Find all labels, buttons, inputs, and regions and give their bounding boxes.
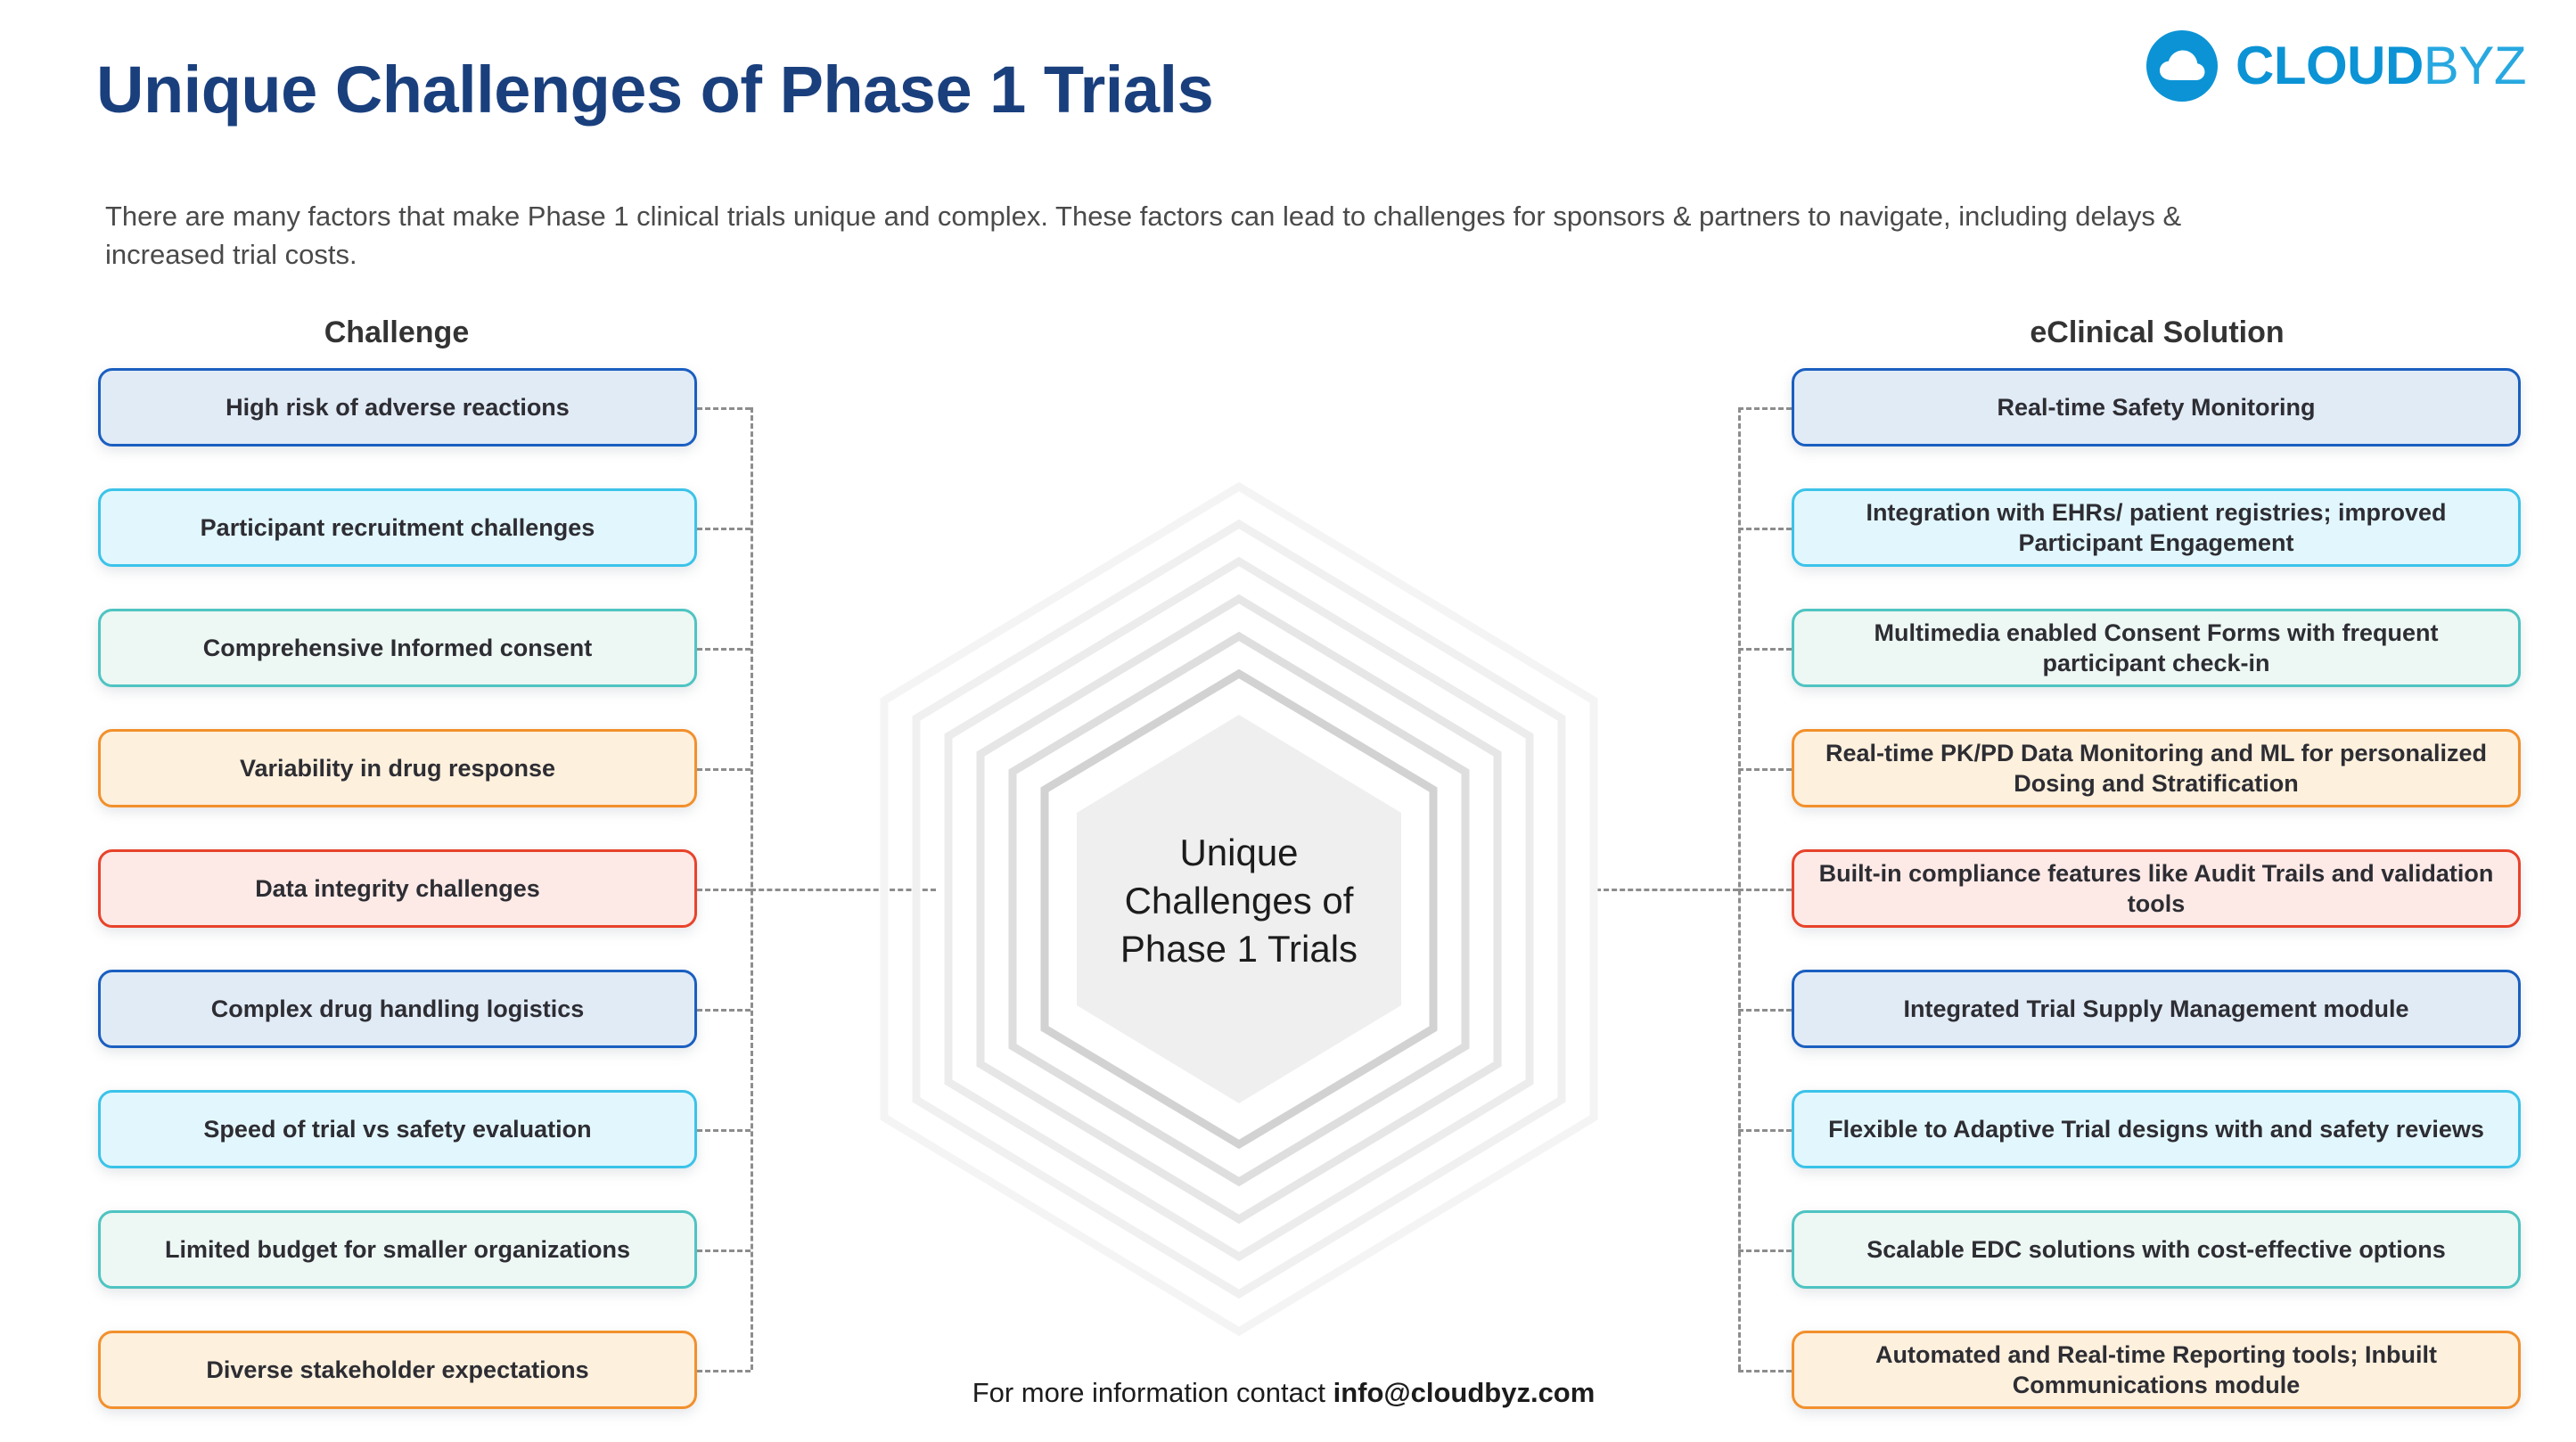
solution-box[interactable]: Integration with EHRs/ patient registrie… — [1792, 488, 2521, 567]
contact-email[interactable]: info@cloudbyz.com — [1333, 1377, 1596, 1408]
challenge-box[interactable]: Speed of trial vs safety evaluation — [98, 1090, 697, 1168]
challenge-connector-stub-4 — [697, 889, 751, 891]
solution-connector-stub-8 — [1738, 1370, 1792, 1372]
solution-box-label: Automated and Real-time Reporting tools;… — [1875, 1340, 2437, 1398]
solution-connector-stub-5 — [1738, 1009, 1792, 1012]
solution-connector-stub-1 — [1738, 528, 1792, 530]
page-subtitle: There are many factors that make Phase 1… — [105, 201, 2182, 270]
footer-contact-prefix: For more information contact — [972, 1377, 1333, 1408]
challenge-box-label: Speed of trial vs safety evaluation — [203, 1115, 592, 1143]
solution-box-label: Scalable EDC solutions with cost-effecti… — [1866, 1235, 2446, 1263]
challenge-box-label: High risk of adverse reactions — [226, 393, 570, 421]
challenge-box-label: Comprehensive Informed consent — [202, 634, 593, 661]
solution-box[interactable]: Multimedia enabled Consent Forms with fr… — [1792, 609, 2521, 687]
center-to-solution-connector — [1596, 889, 1738, 891]
challenge-box-label: Variability in drug response — [239, 754, 556, 782]
cloud-icon — [2145, 30, 2218, 102]
logo-text-byz: BYZ — [2423, 36, 2527, 95]
solution-box[interactable]: Scalable EDC solutions with cost-effecti… — [1792, 1210, 2521, 1289]
solution-box[interactable]: Real-time Safety Monitoring — [1792, 368, 2521, 447]
footer-contact: For more information contact info@cloudb… — [891, 1377, 1676, 1409]
solution-box[interactable]: Built-in compliance features like Audit … — [1792, 849, 2521, 928]
solution-box[interactable]: Automated and Real-time Reporting tools;… — [1792, 1331, 2521, 1409]
solution-box-label: Built-in compliance features like Audit … — [1818, 859, 2494, 917]
center-label-line-1: Unique — [1179, 832, 1299, 873]
solution-box-label: Integrated Trial Supply Management modul… — [1903, 995, 2409, 1022]
challenge-box-label: Data integrity challenges — [255, 874, 540, 902]
challenge-box[interactable]: Comprehensive Informed consent — [98, 609, 697, 687]
solution-connector-stub-0 — [1738, 407, 1792, 410]
solution-box[interactable]: Real-time PK/PD Data Monitoring and ML f… — [1792, 729, 2521, 807]
cloudbyz-logo: CLOUDBYZ — [2145, 30, 2527, 102]
challenge-box-label: Complex drug handling logistics — [210, 995, 585, 1022]
challenge-box-label: Limited budget for smaller organizations — [164, 1235, 631, 1263]
column-header-challenge: Challenge — [324, 315, 470, 349]
challenge-connector-stub-6 — [697, 1129, 751, 1132]
solution-box-label: Multimedia enabled Consent Forms with fr… — [1874, 619, 2439, 676]
challenge-connector-stub-5 — [697, 1009, 751, 1012]
challenge-connector-stub-2 — [697, 648, 751, 651]
infographic-page: Unique Challenges of Phase 1 Trials Ther… — [0, 0, 2576, 1442]
center-hexagon-label: Unique Challenges of Phase 1 Trials — [1070, 829, 1408, 972]
solution-box[interactable]: Flexible to Adaptive Trial designs with … — [1792, 1090, 2521, 1168]
center-label-line-3: Phase 1 Trials — [1120, 927, 1358, 970]
logo-text-cloud: CLOUD — [2235, 36, 2424, 95]
challenge-box-label: Participant recruitment challenges — [200, 513, 595, 541]
challenge-connector-stub-3 — [697, 768, 751, 771]
challenge-box[interactable]: Limited budget for smaller organizations — [98, 1210, 697, 1289]
logo-wordmark: CLOUDBYZ — [2235, 36, 2527, 95]
page-title: Unique Challenges of Phase 1 Trials — [96, 53, 1214, 127]
challenge-connector-spine — [751, 407, 753, 1370]
challenge-box[interactable]: Complex drug handling logistics — [98, 970, 697, 1048]
challenge-box[interactable]: Diverse stakeholder expectations — [98, 1331, 697, 1409]
challenge-connector-stub-0 — [697, 407, 751, 410]
solution-box-label: Real-time PK/PD Data Monitoring and ML f… — [1825, 739, 2488, 797]
challenge-connector-stub-7 — [697, 1249, 751, 1252]
challenge-connector-stub-1 — [697, 528, 751, 530]
challenge-box[interactable]: Variability in drug response — [98, 729, 697, 807]
challenge-box-label: Diverse stakeholder expectations — [206, 1356, 589, 1383]
solution-box-label: Flexible to Adaptive Trial designs with … — [1828, 1115, 2484, 1143]
center-label-line-2: Challenges of — [1124, 879, 1354, 922]
solution-connector-stub-2 — [1738, 648, 1792, 651]
challenge-box[interactable]: Participant recruitment challenges — [98, 488, 697, 567]
solution-connector-stub-7 — [1738, 1249, 1792, 1252]
solution-connector-spine — [1738, 407, 1741, 1370]
solution-connector-stub-3 — [1738, 768, 1792, 771]
solution-connector-stub-6 — [1738, 1129, 1792, 1132]
column-header-solution: eClinical Solution — [2030, 315, 2285, 349]
solution-connector-stub-4 — [1738, 889, 1792, 891]
challenge-box[interactable]: Data integrity challenges — [98, 849, 697, 928]
solution-box-label: Integration with EHRs/ patient registrie… — [1866, 498, 2447, 556]
solution-box-label: Real-time Safety Monitoring — [1997, 393, 2316, 421]
challenge-box[interactable]: High risk of adverse reactions — [98, 368, 697, 447]
challenge-connector-stub-8 — [697, 1370, 751, 1372]
solution-box[interactable]: Integrated Trial Supply Management modul… — [1792, 970, 2521, 1048]
